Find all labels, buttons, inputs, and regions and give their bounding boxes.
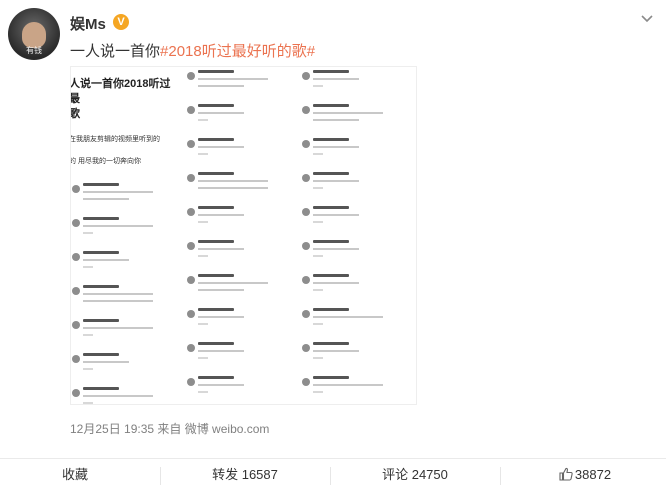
image-title-line: 歌	[71, 107, 181, 122]
repost-button[interactable]: 转发 16587	[170, 459, 320, 498]
comment-item	[186, 376, 296, 404]
like-button[interactable]: 38872	[510, 459, 660, 498]
comment-item	[301, 138, 413, 169]
action-separator	[160, 467, 161, 485]
post-text: 一人说一首你#2018听过最好听的歌#	[70, 40, 315, 61]
post-text-prefix: 一人说一首你	[70, 43, 161, 60]
comment-button[interactable]: 评论 24750	[340, 459, 490, 498]
action-separator	[500, 467, 501, 485]
comment-item	[71, 183, 181, 214]
comment-item	[71, 251, 181, 282]
comment-item	[71, 217, 181, 248]
comment-item	[301, 70, 413, 101]
like-count: 38872	[574, 467, 612, 482]
comment-item	[301, 308, 413, 339]
comment-item	[186, 104, 296, 135]
comment-item	[186, 308, 296, 339]
comment-item	[186, 206, 296, 237]
thumbs-up-icon	[559, 461, 573, 492]
comment-item	[301, 376, 413, 404]
hashtag-link[interactable]: #2018听过最好听的歌#	[160, 43, 315, 60]
action-bar: 收藏 转发 16587 评论 24750 38872	[0, 459, 666, 498]
image-title: 人说一首你2018听过最 歌	[71, 77, 181, 122]
image-text-line: 的 用尽我的一切奔向你	[71, 158, 141, 165]
action-separator	[330, 467, 331, 485]
image-column-right	[301, 67, 413, 404]
image-text-line: 在我朋友剪辑的视频里听到的	[71, 136, 160, 143]
avatar-caption: 有钱	[26, 46, 42, 55]
comment-item	[301, 274, 413, 305]
comment-item	[71, 387, 181, 404]
comment-item	[301, 104, 413, 135]
comment-item	[186, 70, 296, 101]
comment-item	[71, 353, 181, 384]
image-column-middle	[186, 67, 296, 404]
comment-item	[186, 240, 296, 271]
image-title-line: 人说一首你2018听过最	[71, 78, 171, 105]
weibo-post: 有钱 娱Ms V 一人说一首你#2018听过最好听的歌# 人说一首你2018听过…	[0, 0, 666, 498]
comment-item	[301, 172, 413, 203]
post-timestamp[interactable]: 12月25日 19:35 来自 微博 weibo.com	[70, 420, 269, 437]
favorite-button[interactable]: 收藏	[0, 459, 150, 498]
comment-item	[186, 138, 296, 169]
chevron-down-icon[interactable]	[640, 14, 654, 24]
comment-item	[186, 274, 296, 305]
comment-item	[301, 240, 413, 271]
comment-item	[186, 172, 296, 203]
comment-item	[71, 285, 181, 316]
comment-item	[301, 342, 413, 373]
comment-item	[301, 206, 413, 237]
username[interactable]: 娱Ms	[70, 13, 106, 34]
comment-item	[71, 319, 181, 350]
verified-badge-icon: V	[113, 14, 129, 30]
attached-image[interactable]: 人说一首你2018听过最 歌 在我朋友剪辑的视频里听到的 的 用尽我的一切奔向你	[70, 66, 417, 405]
comment-item	[186, 342, 296, 373]
avatar[interactable]: 有钱	[8, 8, 60, 60]
image-column-left: 人说一首你2018听过最 歌 在我朋友剪辑的视频里听到的 的 用尽我的一切奔向你	[71, 67, 181, 404]
